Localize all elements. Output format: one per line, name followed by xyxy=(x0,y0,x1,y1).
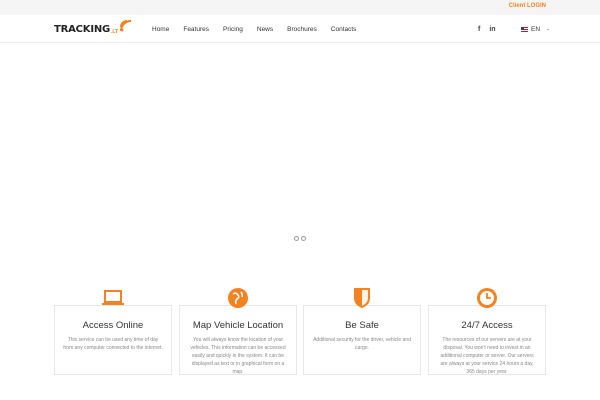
facebook-icon[interactable]: f xyxy=(478,26,480,33)
feature-text: Additional security for the driver, vehi… xyxy=(313,337,411,351)
shield-icon xyxy=(350,286,374,310)
feature-text: This service can be used any time of day… xyxy=(63,337,163,351)
globe-icon xyxy=(226,286,250,310)
feature-card-map-vehicle-location: Map Vehicle Location You will always kno… xyxy=(179,288,297,375)
client-login-link[interactable]: Client LOGIN xyxy=(509,3,546,9)
slider-dot[interactable] xyxy=(294,236,299,241)
nav-item-pricing[interactable]: Pricing xyxy=(223,26,243,33)
header: TRACKING .LT Home Features Pricing News … xyxy=(0,15,600,43)
logo-text: TRACKING xyxy=(54,23,111,35)
language-label: EN xyxy=(531,25,541,33)
us-flag-icon xyxy=(521,26,528,32)
nav-item-brochures[interactable]: Brochures xyxy=(287,26,317,33)
nav-item-contacts[interactable]: Contacts xyxy=(331,26,357,33)
laptop-icon xyxy=(101,286,125,310)
feature-text: The resources of our servers are at your… xyxy=(440,337,534,375)
slider-dot[interactable] xyxy=(301,236,306,241)
logo[interactable]: TRACKING .LT xyxy=(54,15,133,43)
page: Client LOGIN TRACKING .LT Home Features … xyxy=(0,0,600,400)
feature-title: 24/7 Access xyxy=(461,320,513,331)
nav-item-features[interactable]: Features xyxy=(183,26,209,33)
top-bar: Client LOGIN xyxy=(0,0,600,15)
logo-suffix: .LT xyxy=(111,28,119,35)
nav-item-home[interactable]: Home xyxy=(152,26,169,33)
slider-pagination xyxy=(294,236,308,241)
signal-icon xyxy=(120,20,132,32)
language-selector[interactable]: EN ⌄ xyxy=(521,15,550,43)
chevron-down-icon: ⌄ xyxy=(546,26,551,32)
nav-item-news[interactable]: News xyxy=(257,26,273,33)
clock-icon xyxy=(475,286,499,310)
feature-title: Map Vehicle Location xyxy=(192,320,284,331)
main-nav: Home Features Pricing News Brochures Con… xyxy=(152,15,356,43)
feature-card-be-safe: Be Safe Additional security for the driv… xyxy=(303,288,421,375)
feature-card-24-7-access: 24/7 Access The resources of our servers… xyxy=(428,288,546,375)
feature-text: You will always know the location of you… xyxy=(190,337,286,375)
social-links: f in xyxy=(478,15,505,43)
feature-title: Be Safe xyxy=(345,320,379,331)
feature-title: Access Online xyxy=(82,320,144,331)
linkedin-icon[interactable]: in xyxy=(489,26,495,33)
feature-card-access-online: Access Online This service can be used a… xyxy=(54,290,172,375)
